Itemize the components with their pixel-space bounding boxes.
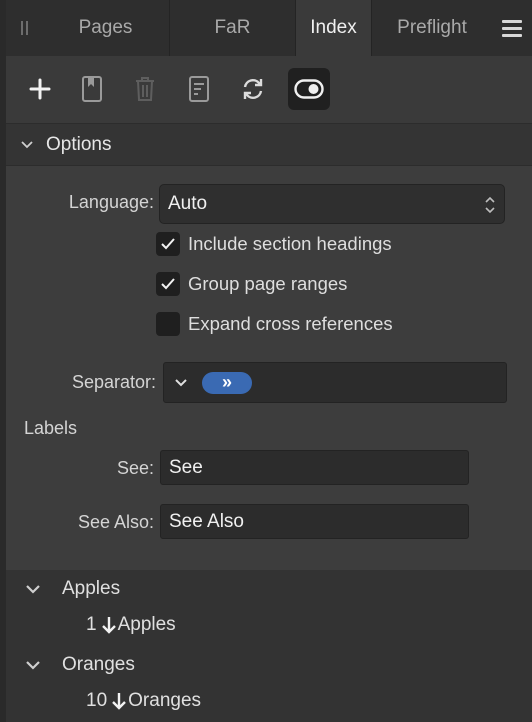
chevron-down-icon[interactable]: [174, 378, 188, 388]
separator-token[interactable]: »: [202, 371, 252, 394]
separator-field[interactable]: »: [163, 362, 507, 403]
index-list: Apples 1 Apples Oranges 10 Oranges: [6, 570, 532, 722]
separator-label: Separator:: [71, 372, 156, 392]
index-toolbar: [6, 56, 532, 124]
index-group-oranges[interactable]: Oranges: [24, 654, 135, 676]
group-label: Oranges: [62, 654, 135, 675]
chevron-down-icon[interactable]: [20, 138, 34, 152]
entry-page: 10: [86, 690, 108, 711]
labels-title: Labels: [24, 418, 78, 438]
see-also-value: See Also: [169, 510, 244, 532]
include-section-headings-checkbox[interactable]: Include section headings: [156, 232, 392, 256]
checkmark-icon: [161, 238, 175, 250]
group-page-ranges-checkbox[interactable]: Group page ranges: [156, 272, 347, 296]
chevron-down-icon[interactable]: [24, 656, 42, 674]
trash-icon[interactable]: [124, 68, 166, 110]
language-label: Language:: [68, 192, 154, 212]
tab-preflight[interactable]: Preflight: [372, 0, 492, 56]
checkbox-label: Include section headings: [188, 233, 392, 254]
tab-index[interactable]: Index: [296, 0, 372, 56]
index-entry[interactable]: 1 Apples: [86, 614, 176, 636]
document-icon[interactable]: [178, 68, 220, 110]
arrow-down-icon: [101, 617, 116, 634]
toggle-icon[interactable]: [288, 68, 330, 110]
entry-text: Apples: [117, 614, 176, 635]
chevron-down-icon[interactable]: [24, 580, 42, 598]
language-select[interactable]: Auto: [159, 184, 505, 224]
checkbox-label: Group page ranges: [188, 273, 348, 294]
options-section-header[interactable]: Options: [6, 124, 532, 166]
see-input[interactable]: See: [160, 450, 469, 485]
see-also-input[interactable]: See Also: [160, 504, 469, 539]
options-title: Options: [46, 133, 112, 155]
plus-icon[interactable]: [19, 68, 61, 110]
checkbox-box[interactable]: [156, 312, 180, 336]
tab-pages[interactable]: Pages: [42, 0, 170, 56]
tab-bar: Pages FaR Index Preflight: [6, 0, 532, 56]
entry-page: 1: [86, 614, 97, 635]
refresh-icon[interactable]: [232, 68, 274, 110]
checkbox-box[interactable]: [156, 272, 180, 296]
checkbox-box[interactable]: [156, 232, 180, 256]
see-value: See: [169, 456, 203, 478]
checkbox-label: Expand cross references: [188, 313, 393, 334]
options-section: Language: Auto Include section headings …: [6, 166, 532, 570]
group-label: Apples: [62, 578, 121, 599]
arrow-down-icon: [112, 693, 126, 710]
language-value: Auto: [168, 193, 208, 214]
expand-cross-references-checkbox[interactable]: Expand cross references: [156, 312, 393, 336]
index-panel: Pages FaR Index Preflight Options Langua…: [0, 0, 532, 722]
entry-text: Oranges: [128, 690, 202, 711]
index-group-apples[interactable]: Apples: [24, 578, 120, 600]
see-also-label: See Also:: [77, 512, 154, 532]
index-entry[interactable]: 10 Oranges: [86, 690, 201, 712]
tab-far[interactable]: FaR: [170, 0, 296, 56]
panel-grip-handle[interactable]: [6, 0, 42, 56]
bookmark-icon[interactable]: [71, 68, 113, 110]
hamburger-menu-icon[interactable]: [492, 0, 532, 56]
see-label: See:: [116, 458, 154, 478]
checkmark-icon: [161, 278, 175, 290]
chevron-updown-icon: [485, 196, 495, 214]
